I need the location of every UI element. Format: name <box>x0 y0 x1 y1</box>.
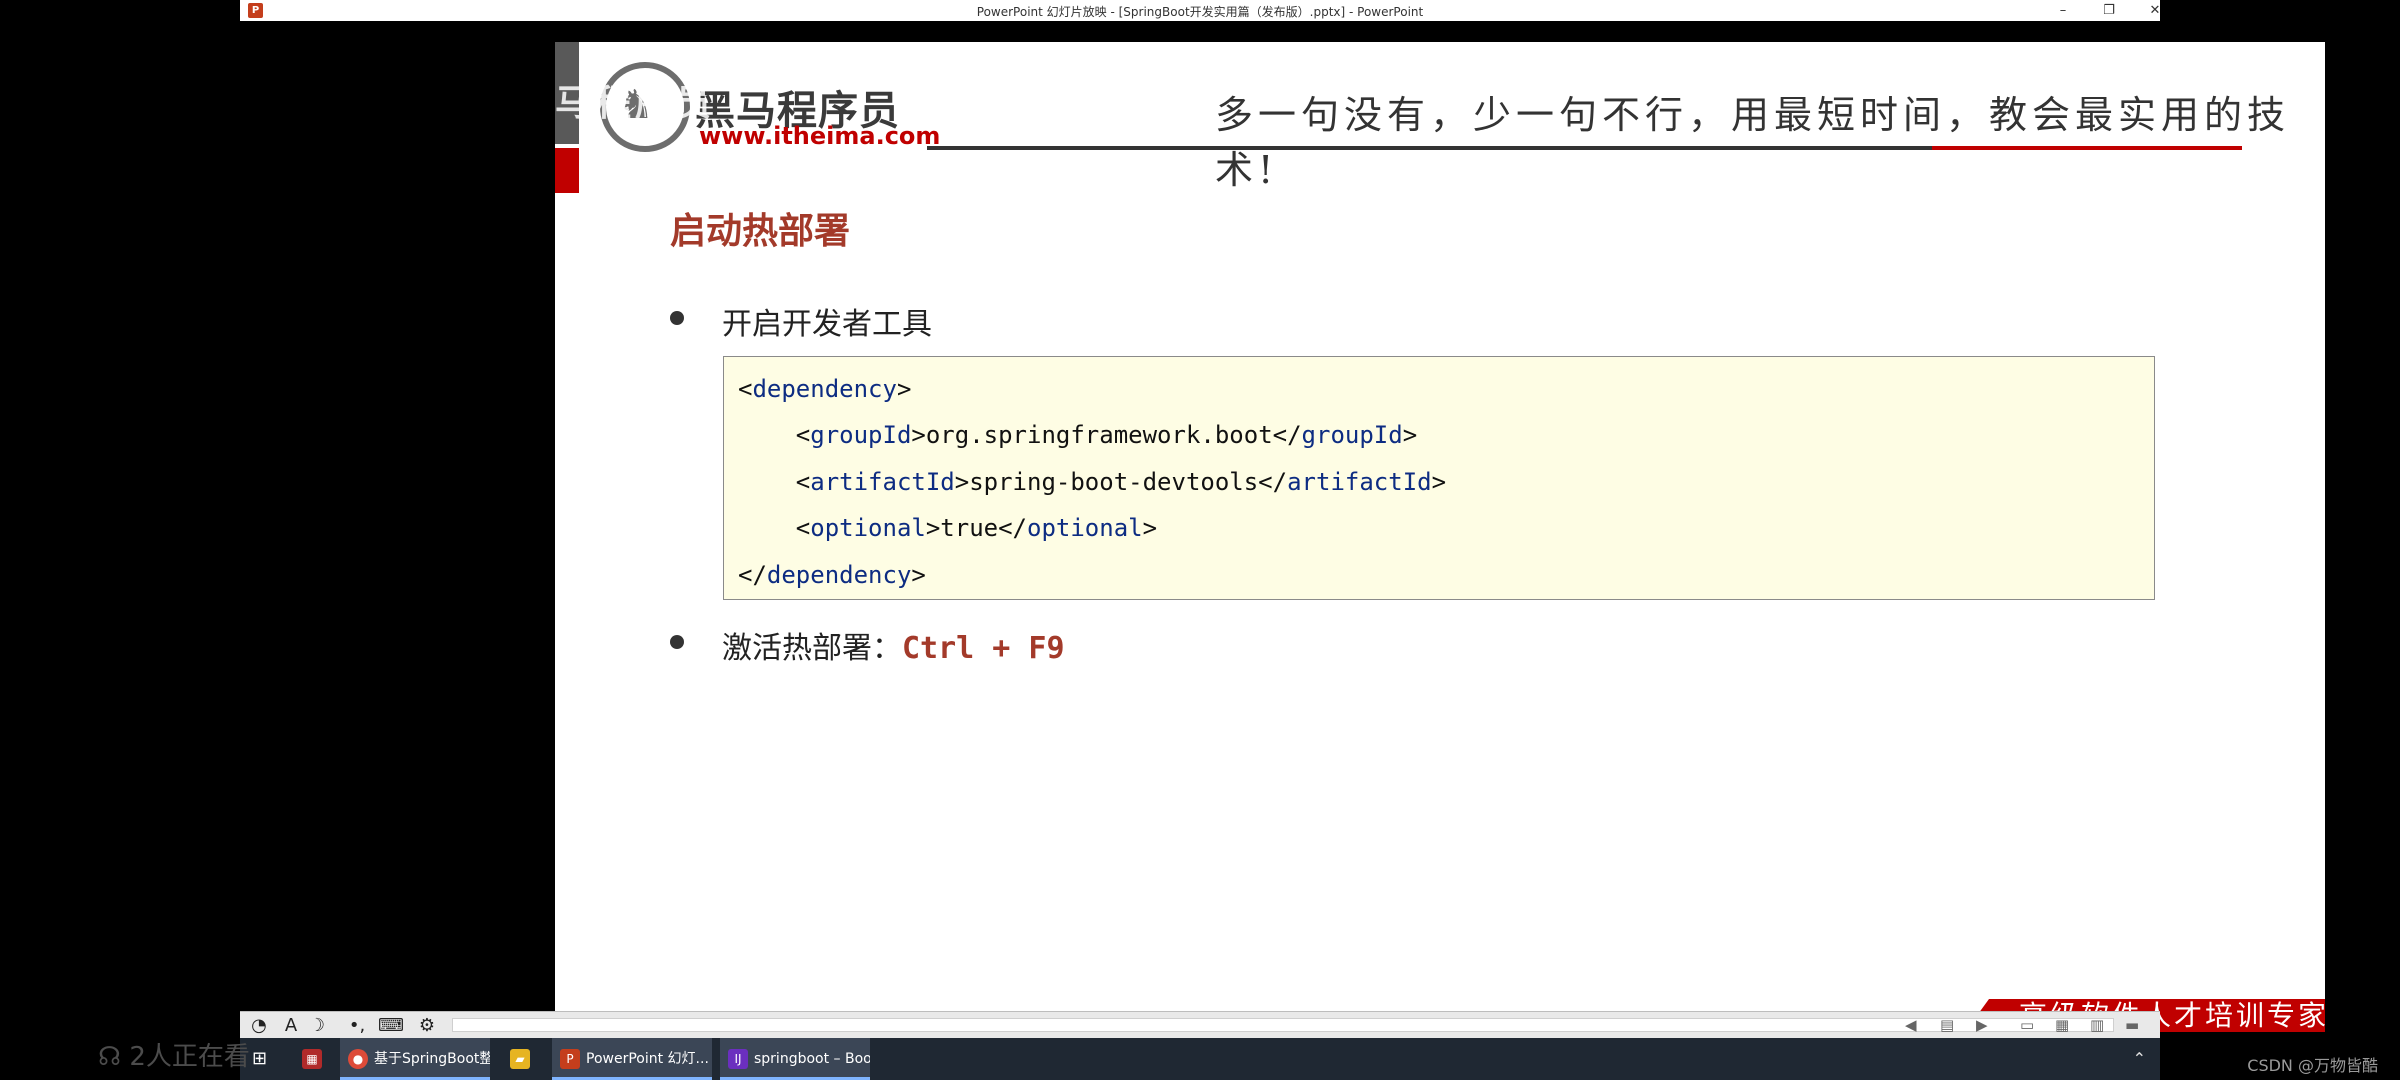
header-divider-accent <box>1932 146 2242 150</box>
taskbar-explorer[interactable]: ▰ <box>502 1038 542 1080</box>
slide-sorter-icon[interactable]: ▦ <box>2055 1016 2069 1034</box>
powerpoint-icon: P <box>560 1049 580 1069</box>
folder-icon: ▰ <box>510 1049 530 1069</box>
taskbar-label: PowerPoint 幻灯... <box>586 1051 709 1067</box>
csdn-watermark: CSDN @万物皆酷 <box>2247 1056 2378 1075</box>
app-icon: ▦ <box>302 1049 322 1069</box>
pointer-icon[interactable]: ◔ <box>246 1015 272 1037</box>
taskbar-chrome[interactable]: ● 基于SpringBoot整... <box>340 1038 490 1080</box>
slideshow-area: ♞ 黑马程序员 www.itheima.com 黑马程序员 多一句没有，少一句不… <box>240 21 2325 1032</box>
taskbar-label: 基于SpringBoot整... <box>374 1051 490 1067</box>
slideshow-toolbar: ◔ A ☽ •, ⌨ ⚙ ◀ ▤ ▶ ▭ ▦ ▥ ▬ <box>240 1011 2160 1039</box>
keyboard-icon[interactable]: ⌨ <box>378 1015 404 1037</box>
minimize-button[interactable]: – <box>2040 0 2086 21</box>
taskbar-intellij[interactable]: IJ springboot – Boo... <box>720 1038 870 1080</box>
reading-view-icon[interactable]: ▥ <box>2090 1016 2104 1034</box>
intellij-icon: IJ <box>728 1049 748 1069</box>
pen-icon[interactable]: A <box>278 1015 304 1037</box>
logo-url: www.itheima.com <box>699 122 941 150</box>
taskbar-label: springboot – Boo... <box>754 1051 870 1067</box>
code-line: <groupId>org.springframework.boot</group… <box>738 421 1418 449</box>
code-line: <artifactId>spring-boot-devtools</artifa… <box>738 468 1447 496</box>
bullet-text: 激活热部署： <box>722 631 902 666</box>
slide[interactable]: ♞ 黑马程序员 www.itheima.com 黑马程序员 多一句没有，少一句不… <box>555 42 2325 1032</box>
windows-start-icon[interactable]: ⊞ <box>252 1048 272 1069</box>
slide-slogan: 多一句没有，少一句不行，用最短时间，教会最实用的技术! <box>1215 93 2291 192</box>
bullet-text: 开启开发者工具 <box>722 307 932 342</box>
more-options-icon[interactable]: •, <box>344 1015 370 1037</box>
slideshow-view-icon[interactable]: ▬ <box>2125 1016 2139 1034</box>
taskbar-powerpoint[interactable]: P PowerPoint 幻灯... <box>552 1038 712 1080</box>
settings-icon[interactable]: ⚙ <box>414 1015 440 1037</box>
bullet-dot-icon <box>670 635 684 649</box>
slide-progress-bar <box>452 1018 2114 1032</box>
slide-menu-icon[interactable]: ▤ <box>1940 1016 1954 1034</box>
window-titlebar: P PowerPoint 幻灯片放映 - [SpringBoot开发实用篇（发布… <box>240 0 2160 22</box>
chrome-icon: ● <box>348 1049 368 1069</box>
taskbar: ⊞ ▦ ● 基于SpringBoot整... ▰ P PowerPoint 幻灯… <box>240 1038 2160 1080</box>
bullet-text-line: 激活热部署：Ctrl + F9 <box>722 623 1065 667</box>
code-block: <dependency> <groupId>org.springframewor… <box>723 356 2155 600</box>
code-line: </dependency> <box>738 561 926 589</box>
channel-watermark: 黑马程序员 <box>555 83 716 124</box>
tray-chevron-icon[interactable]: ⌃ <box>2133 1049 2146 1068</box>
bullet-item: 开启开发者工具 <box>670 299 1270 342</box>
close-button[interactable]: ✕ <box>2132 0 2178 21</box>
shortcut-keys: Ctrl + F9 <box>902 631 1065 666</box>
previous-slide-icon[interactable]: ◀ <box>1905 1016 1917 1034</box>
restore-button[interactable]: ❐ <box>2086 0 2132 21</box>
viewers-icon: ☊ <box>98 1042 130 1072</box>
slide-title: 启动热部署 <box>670 211 851 252</box>
highlighter-icon[interactable]: ☽ <box>304 1015 330 1037</box>
bullet-dot-icon <box>670 311 684 325</box>
next-slide-icon[interactable]: ▶ <box>1976 1016 1988 1034</box>
viewers-label: 2人正在看 <box>129 1042 250 1072</box>
header-red-bar <box>555 148 579 193</box>
bullet-item: 激活热部署：Ctrl + F9 <box>670 623 1570 666</box>
code-line: <dependency> <box>738 375 912 403</box>
taskbar-app[interactable]: ▦ <box>294 1038 334 1080</box>
window-title: PowerPoint 幻灯片放映 - [SpringBoot开发实用篇（发布版）… <box>976 5 1424 19</box>
viewer-count: ☊ 2人正在看 <box>98 1036 250 1073</box>
code-line: <optional>true</optional> <box>738 514 1158 542</box>
normal-view-icon[interactable]: ▭ <box>2020 1016 2034 1034</box>
